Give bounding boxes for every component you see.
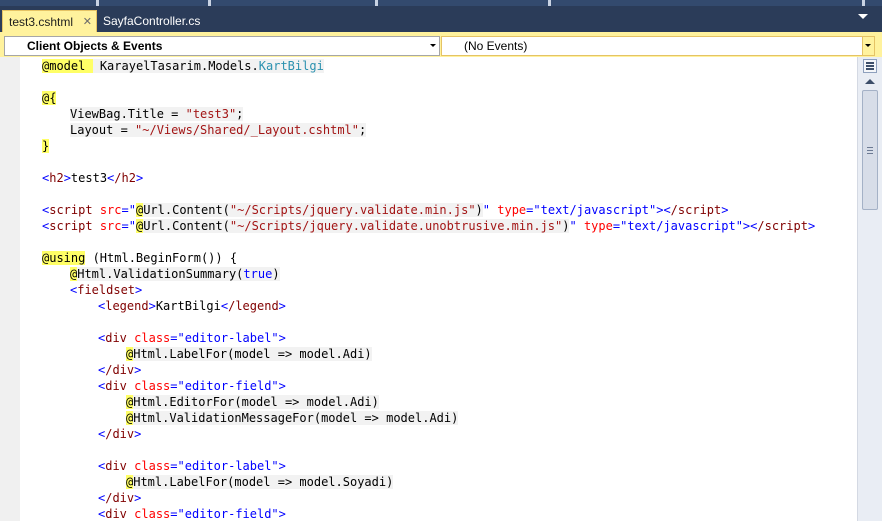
code-line: Layout = "~/Views/Shared/_Layout.cshtml"… [70, 123, 367, 137]
code-line: <div class="editor-label"> [98, 459, 286, 473]
code-line: <fieldset> [70, 283, 143, 297]
code-line: @{ [42, 91, 57, 105]
code-line: @Html.LabelFor(model => model.Adi) [126, 347, 372, 361]
chevron-down-icon[interactable] [858, 14, 868, 19]
code-line: ViewBag.Title = "test3"; [70, 107, 244, 121]
code-line: </div> [98, 491, 142, 505]
scrollbar-thumb[interactable] [862, 90, 878, 210]
objects-dropdown[interactable]: Client Objects & Events [4, 36, 440, 56]
code-line: @using (Html.BeginForm()) { [42, 251, 238, 265]
window-top-edge [0, 0, 882, 6]
tab-label: SayfaController.cs [103, 14, 201, 28]
objects-dropdown-value: Client Objects & Events [27, 39, 163, 53]
navigation-bar: Client Objects & Events (No Events) [0, 35, 882, 57]
code-line: @model KarayelTasarim.Models.KartBilgi [42, 59, 324, 73]
code-line: <div class="editor-field"> [98, 379, 286, 393]
code-line: <div class="editor-label"> [98, 331, 286, 345]
code-line: </div> [98, 427, 142, 441]
code-line: @Html.ValidationSummary(true) [70, 267, 280, 281]
code-editor[interactable]: @model KarayelTasarim.Models.KartBilgi @… [0, 57, 882, 521]
chevron-down-icon [865, 44, 871, 47]
code-line: <script src="@Url.Content("~/Scripts/jqu… [42, 219, 816, 233]
close-icon[interactable]: ✕ [83, 11, 92, 33]
line-margin [20, 57, 28, 521]
code-line: <div class="editor-field"> [98, 507, 286, 521]
events-dropdown-value: (No Events) [464, 39, 528, 53]
tab-label: test3.cshtml [9, 15, 74, 29]
code-line: @Html.LabelFor(model => model.Soyadi) [126, 475, 394, 489]
events-dropdown-button[interactable] [862, 37, 874, 55]
split-window-handle[interactable] [863, 59, 877, 73]
tab-test3-cshtml[interactable]: test3.cshtml ✕ [2, 10, 97, 32]
code-line: @Html.EditorFor(model => model.Adi) [126, 395, 379, 409]
scroll-up-arrow-icon[interactable] [865, 79, 875, 84]
code-line: @Html.ValidationMessageFor(model => mode… [126, 411, 459, 425]
code-line: <script src="@Url.Content("~/Scripts/jqu… [42, 203, 729, 217]
code-line: </div> [98, 363, 142, 377]
code-line: <h2>test3</h2> [42, 171, 144, 185]
code-line: } [42, 139, 50, 153]
code-text[interactable]: @model KarayelTasarim.Models.KartBilgi @… [42, 57, 856, 521]
tab-sayfacontroller-cs[interactable]: SayfaController.cs [97, 10, 207, 32]
vertical-scrollbar[interactable] [857, 57, 882, 521]
code-line: <legend>KartBilgi</legend> [98, 299, 286, 313]
document-tab-strip: test3.cshtml ✕ SayfaController.cs [0, 0, 882, 35]
chevron-down-icon [430, 44, 436, 47]
indicator-margin [0, 57, 20, 521]
events-dropdown[interactable]: (No Events) [441, 36, 875, 56]
